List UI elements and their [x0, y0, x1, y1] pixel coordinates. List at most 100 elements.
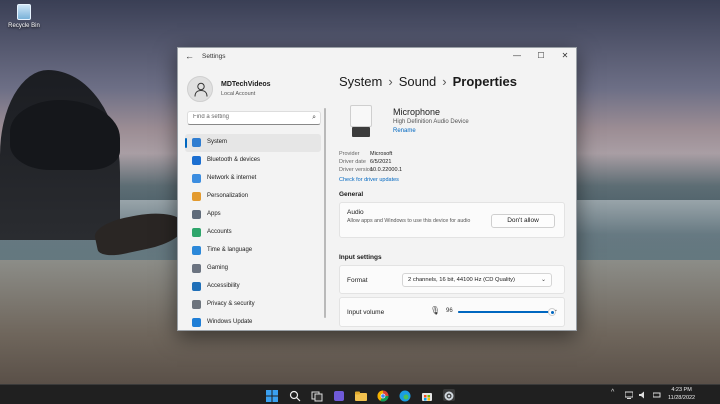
- search-icon: [289, 390, 301, 402]
- wallpaper-headland: [0, 70, 120, 240]
- folder-icon: [355, 391, 367, 401]
- sidebar-item-privacy[interactable]: Privacy & security: [185, 296, 321, 314]
- apps-icon: [192, 210, 201, 219]
- shield-icon: [192, 300, 201, 309]
- volume-tray-icon[interactable]: [639, 391, 647, 399]
- task-view-icon[interactable]: [311, 389, 323, 402]
- expand-chevron-icon[interactable]: ⌄: [554, 307, 558, 313]
- page-title: Properties: [452, 74, 517, 89]
- profile-account-type: Local Account: [221, 91, 256, 97]
- clock-time: 4:23 PM: [671, 387, 692, 393]
- tray-chevron-icon[interactable]: ^: [611, 389, 614, 396]
- check-driver-updates-link[interactable]: Check for driver updates: [339, 177, 399, 183]
- minimize-button[interactable]: —: [507, 50, 527, 62]
- recycle-bin-shortcut[interactable]: Recycle Bin: [4, 4, 44, 29]
- breadcrumb-separator: ›: [388, 74, 393, 89]
- breadcrumb-system[interactable]: System: [339, 74, 382, 89]
- widgets-icon[interactable]: [333, 389, 345, 401]
- back-arrow-icon[interactable]: ←: [185, 51, 194, 61]
- edge-icon[interactable]: [399, 389, 411, 402]
- sidebar-item-accounts[interactable]: Accounts: [185, 224, 321, 242]
- profile-name: MDTechVideos: [221, 81, 271, 88]
- network-tray-icon[interactable]: [625, 391, 633, 399]
- bluetooth-icon: [192, 156, 201, 165]
- battery-tray-icon[interactable]: [653, 391, 661, 399]
- chrome-icon[interactable]: [377, 389, 389, 402]
- accessibility-icon: [192, 282, 201, 291]
- globe-clock-icon: [192, 246, 201, 255]
- sidebar-item-label: Time & language: [207, 247, 253, 253]
- windows-logo-icon: [266, 390, 278, 402]
- input-volume-slider[interactable]: [458, 308, 557, 316]
- audio-description: Allow apps and Windows to use this devic…: [347, 218, 471, 224]
- sidebar-item-label: Network & internet: [207, 175, 257, 181]
- sidebar-nav: System Bluetooth & devices Network & int…: [185, 134, 321, 330]
- sidebar-item-label: Bluetooth & devices: [207, 157, 261, 163]
- sidebar-item-label: Accessibility: [207, 283, 240, 289]
- search-input[interactable]: [193, 114, 303, 120]
- rename-link[interactable]: Rename: [393, 128, 416, 134]
- sidebar-item-windows-update[interactable]: Windows Update: [185, 314, 321, 330]
- maximize-button[interactable]: ☐: [531, 50, 551, 62]
- format-dropdown[interactable]: 2 channels, 16 bit, 44100 Hz (CD Quality…: [402, 273, 552, 287]
- sidebar-item-label: System: [207, 139, 228, 145]
- volume-fill: [458, 311, 553, 313]
- gamepad-icon: [192, 264, 201, 273]
- sidebar-item-bluetooth[interactable]: Bluetooth & devices: [185, 152, 321, 170]
- driver-value: Microsoft: [370, 151, 393, 157]
- microphone-device-icon: [348, 105, 374, 137]
- driver-key: Driver version: [339, 167, 373, 173]
- taskbar-search-icon[interactable]: [289, 389, 301, 402]
- settings-taskbar-icon[interactable]: [443, 389, 455, 401]
- wallpaper-tree: [10, 100, 120, 170]
- format-label: Format: [347, 277, 368, 284]
- file-explorer-icon[interactable]: [355, 389, 367, 401]
- driver-row: Driver version 10.0.22000.1: [339, 167, 479, 175]
- sidebar-item-system[interactable]: System: [185, 134, 321, 152]
- clock-date: 11/28/2022: [668, 394, 696, 401]
- user-profile[interactable]: MDTechVideos Local Account: [187, 76, 327, 102]
- search-box[interactable]: ⌕: [187, 111, 321, 125]
- audio-label: Audio: [347, 209, 364, 216]
- sidebar-item-label: Windows Update: [207, 319, 253, 325]
- title-bar[interactable]: ← Settings — ☐ ✕: [178, 48, 576, 66]
- driver-properties: Provider Microsoft Driver date 6/5/2021 Dr…: [339, 151, 479, 175]
- sidebar-item-personalization[interactable]: Personalization: [185, 188, 321, 206]
- sidebar-item-accessibility[interactable]: Accessibility: [185, 278, 321, 296]
- store-icon[interactable]: [421, 389, 433, 401]
- start-icon[interactable]: [266, 389, 278, 402]
- microphone-icon[interactable]: 🎙: [430, 306, 440, 315]
- driver-key: Driver date: [339, 159, 366, 165]
- driver-value: 6/5/2021: [370, 159, 392, 165]
- driver-row: Provider Microsoft: [339, 151, 479, 159]
- format-card: Format 2 channels, 16 bit, 44100 Hz (CD …: [339, 265, 565, 294]
- driver-key: Provider: [339, 151, 360, 157]
- input-volume-card: Input volume 🎙 96 ⌄: [339, 297, 565, 327]
- close-button[interactable]: ✕: [555, 50, 575, 62]
- sidebar-item-label: Personalization: [207, 193, 249, 199]
- update-icon: [192, 318, 201, 327]
- mic-base: [352, 127, 370, 137]
- sidebar-item-time-language[interactable]: Time & language: [185, 242, 321, 260]
- input-volume-label: Input volume: [347, 309, 385, 316]
- sidebar-item-gaming[interactable]: Gaming: [185, 260, 321, 278]
- clock[interactable]: 4:23 PM 11/28/2022: [668, 387, 695, 402]
- brush-icon: [192, 192, 201, 201]
- edge-glyph: [399, 390, 411, 402]
- chevron-down-icon: ⌄: [540, 277, 546, 283]
- sidebar-scrollbar[interactable]: [324, 108, 326, 318]
- breadcrumb-sound[interactable]: Sound: [399, 74, 437, 89]
- dont-allow-button[interactable]: Don't allow: [491, 214, 555, 228]
- gear-icon: [444, 391, 454, 401]
- avatar: [187, 76, 213, 102]
- sidebar-item-network[interactable]: Network & internet: [185, 170, 321, 188]
- driver-row: Driver date 6/5/2021: [339, 159, 479, 167]
- audio-card: Audio Allow apps and Windows to use this…: [339, 202, 565, 238]
- sidebar-item-apps[interactable]: Apps: [185, 206, 321, 224]
- input-settings-heading: Input settings: [339, 254, 382, 261]
- search-icon[interactable]: ⌕: [312, 114, 316, 122]
- window-title: Settings: [202, 53, 226, 60]
- recycle-bin-icon: [17, 4, 31, 20]
- sidebar-item-label: Apps: [207, 211, 221, 217]
- driver-value: 10.0.22000.1: [370, 167, 403, 173]
